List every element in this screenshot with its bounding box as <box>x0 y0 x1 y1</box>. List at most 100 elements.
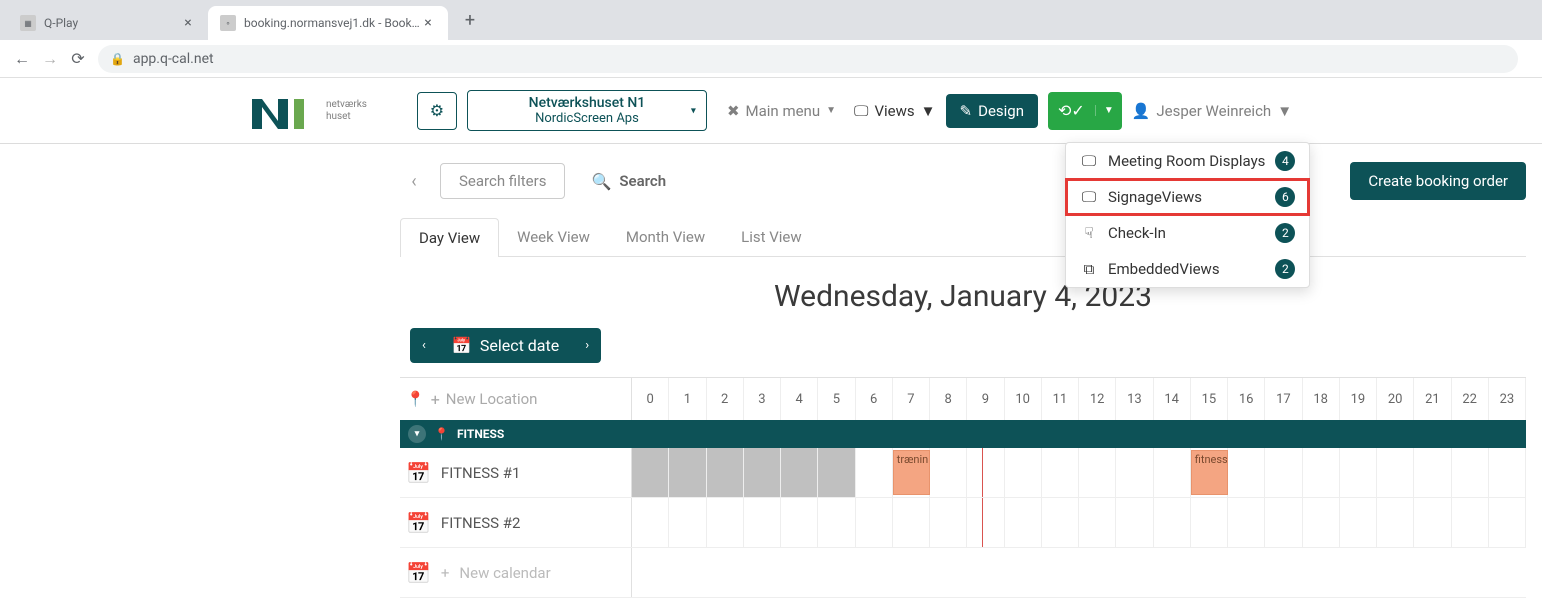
user-menu[interactable]: 👤 Jesper Weinreich ▼ <box>1132 102 1292 120</box>
time-cell[interactable] <box>707 498 744 547</box>
time-cell[interactable] <box>1489 498 1526 547</box>
browser-tab-active[interactable]: ∘ booking.normansvej1.dk - Bookin × <box>208 6 448 40</box>
time-cell[interactable] <box>707 448 744 497</box>
dropdown-item-signage[interactable]: 🖵 SignageViews 6 <box>1066 179 1309 215</box>
time-cell[interactable] <box>1377 448 1414 497</box>
count-badge: 2 <box>1275 259 1295 279</box>
url-field[interactable]: 🔒 app.q-cal.net <box>98 45 1518 73</box>
time-cell[interactable] <box>1228 498 1265 547</box>
select-date-button[interactable]: 📅 Select date <box>438 328 573 363</box>
create-booking-button[interactable]: Create booking order <box>1350 162 1526 200</box>
calendar-grid[interactable] <box>632 498 1526 547</box>
time-cell[interactable] <box>1079 448 1116 497</box>
time-cell[interactable] <box>1377 498 1414 547</box>
search-filters-button[interactable]: Search filters <box>440 163 565 199</box>
time-cell[interactable] <box>930 498 967 547</box>
time-cell[interactable] <box>1489 448 1526 497</box>
time-cell[interactable] <box>1191 498 1228 547</box>
new-location-button[interactable]: 📍 + New Location <box>400 378 632 420</box>
new-calendar-row[interactable]: 📅 + New calendar <box>400 548 1526 598</box>
time-cell[interactable] <box>967 498 1004 547</box>
collapse-icon[interactable]: ▾ <box>408 425 426 443</box>
dropdown-item-checkin[interactable]: ☟ Check-In 2 <box>1066 215 1309 251</box>
time-cell[interactable] <box>744 498 781 547</box>
time-cell[interactable] <box>1303 498 1340 547</box>
new-tab-button[interactable]: + <box>456 6 484 34</box>
time-cell[interactable] <box>744 448 781 497</box>
time-cell[interactable] <box>818 448 855 497</box>
time-cell[interactable] <box>1340 448 1377 497</box>
close-icon[interactable]: × <box>180 15 196 31</box>
time-cell[interactable] <box>1154 498 1191 547</box>
tab-day-view[interactable]: Day View <box>400 218 499 257</box>
forward-button[interactable]: → <box>36 45 64 73</box>
time-cell[interactable] <box>1116 448 1153 497</box>
main-menu-dropdown[interactable]: ✖ Main menu ▼ <box>727 102 836 120</box>
logo[interactable]: netværks huset <box>250 91 367 131</box>
booking-event[interactable]: fitness <box>1191 450 1228 495</box>
monitor-icon: 🖵 <box>1080 188 1098 206</box>
back-button[interactable]: ← <box>8 45 36 73</box>
next-day-button[interactable]: › <box>573 330 601 361</box>
hour-column: 3 <box>744 378 781 420</box>
time-cell[interactable] <box>632 448 669 497</box>
back-chevron[interactable]: ‹ <box>400 171 428 192</box>
time-cell[interactable] <box>893 498 930 547</box>
schedule: 📍 + New Location 01234567891011121314151… <box>400 377 1526 598</box>
chevron-down-icon: ▼ <box>1277 102 1292 120</box>
time-cell[interactable] <box>632 498 669 547</box>
time-cell[interactable] <box>1265 498 1302 547</box>
time-cell[interactable] <box>669 448 706 497</box>
time-cell[interactable] <box>669 498 706 547</box>
time-cell[interactable] <box>1005 498 1042 547</box>
design-button[interactable]: ✎ Design <box>946 94 1038 128</box>
time-cell[interactable] <box>781 448 818 497</box>
dropdown-item-meeting-room[interactable]: 🖵 Meeting Room Displays 4 <box>1066 143 1309 179</box>
time-cell[interactable] <box>1042 498 1079 547</box>
hour-column: 15 <box>1191 378 1228 420</box>
location-header[interactable]: ▾ 📍 FITNESS <box>400 420 1526 448</box>
time-cell[interactable] <box>1154 448 1191 497</box>
calendar-label[interactable]: 📅FITNESS #1 <box>400 448 632 497</box>
tab-month-view[interactable]: Month View <box>608 218 723 256</box>
time-cell[interactable] <box>967 448 1004 497</box>
browser-tab-inactive[interactable]: ▦ Q-Play × <box>8 6 208 40</box>
calendar-label[interactable]: 📅FITNESS #2 <box>400 498 632 547</box>
hour-column: 13 <box>1116 378 1153 420</box>
settings-button[interactable]: ⚙ <box>417 92 457 130</box>
logo-text: netværks huset <box>326 99 367 123</box>
time-cell[interactable] <box>1265 448 1302 497</box>
toolbar: ‹ Search filters 🔍 Create booking order <box>400 144 1542 218</box>
time-cell[interactable] <box>781 498 818 547</box>
time-cell[interactable] <box>1228 448 1265 497</box>
time-cell[interactable] <box>1452 448 1489 497</box>
views-dropdown-toggle[interactable]: 🖵 Views ▼ <box>854 102 936 120</box>
time-cell[interactable] <box>856 448 893 497</box>
tab-list-view[interactable]: List View <box>723 218 820 256</box>
close-icon[interactable]: × <box>420 15 436 31</box>
time-cell[interactable] <box>1005 448 1042 497</box>
calendar-icon: 📅 <box>406 561 431 585</box>
booking-event[interactable]: trænin <box>893 450 930 495</box>
time-cell[interactable] <box>1340 498 1377 547</box>
hour-column: 5 <box>818 378 855 420</box>
chevron-down-icon[interactable]: ▼ <box>1095 105 1122 116</box>
time-cell[interactable] <box>856 498 893 547</box>
time-cell[interactable] <box>818 498 855 547</box>
reload-button[interactable]: ⟳ <box>64 45 92 73</box>
time-cell[interactable] <box>1116 498 1153 547</box>
time-cell[interactable] <box>930 448 967 497</box>
time-cell[interactable] <box>1414 448 1451 497</box>
time-cell[interactable] <box>1414 498 1451 547</box>
tab-week-view[interactable]: Week View <box>499 218 608 256</box>
calendar-grid[interactable]: trænin fitness <box>632 448 1526 497</box>
org-selector[interactable]: Netværkshuset N1 NordicScreen Aps <box>467 90 707 131</box>
time-cell[interactable] <box>1452 498 1489 547</box>
time-cell[interactable] <box>1303 448 1340 497</box>
time-cell[interactable] <box>1042 448 1079 497</box>
time-cell[interactable] <box>1079 498 1116 547</box>
dropdown-item-embedded[interactable]: ⧉ EmbeddedViews 2 <box>1066 251 1309 287</box>
prev-day-button[interactable]: ‹ <box>410 330 438 361</box>
chevron-down-icon: ▼ <box>921 102 936 120</box>
sync-button[interactable]: ⟲✓ ▼ <box>1048 92 1122 130</box>
